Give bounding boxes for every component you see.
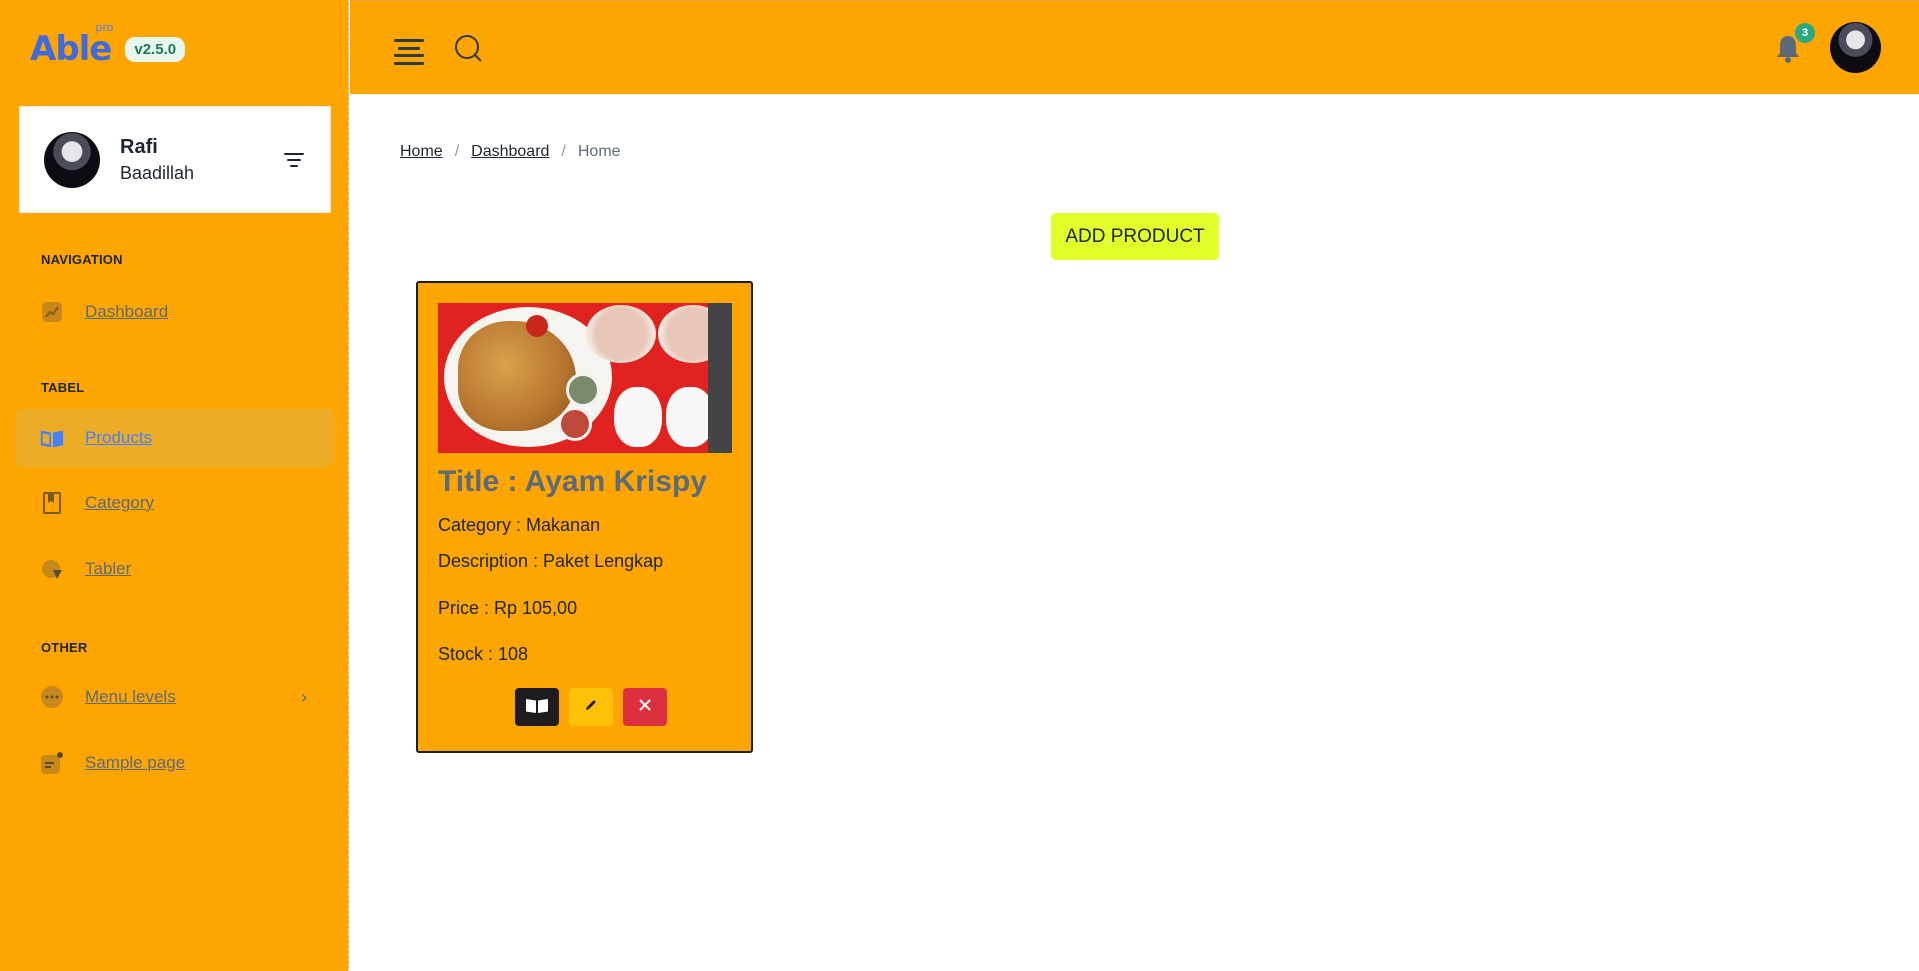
nav-caption-other: OTHER (41, 640, 88, 655)
sidebar-item-label: Dashboard (85, 302, 169, 321)
breadcrumb-separator: / (561, 143, 566, 160)
breadcrumb-dashboard-link[interactable]: Dashboard (471, 143, 549, 161)
product-card: Title : Ayam Krispy Category : Makanan D… (416, 281, 753, 753)
menu-toggle-icon[interactable] (394, 39, 424, 65)
sidebar: Able pro v2.5.0 Rafi Baadillah NAVIGATIO… (0, 0, 349, 971)
sidebar-item-tabler[interactable]: Tabler (15, 540, 335, 598)
product-category: Category : Makanan (438, 515, 601, 535)
sidebar-item-dashboard[interactable]: Dashboard (15, 283, 335, 341)
breadcrumb-home-link[interactable]: Home (400, 143, 443, 161)
book-open-icon (525, 696, 549, 719)
chevron-right-icon: › (301, 686, 307, 707)
product-stock: Stock : 108 (438, 644, 529, 664)
breadcrumb: Home / Dashboard / Home (400, 143, 621, 161)
product-description: Description : Paket Lengkap (438, 551, 664, 571)
product-image (438, 303, 732, 453)
notification-badge: 3 (1795, 23, 1815, 43)
top-header: 3 (350, 0, 1919, 94)
delete-product-button[interactable] (623, 688, 667, 726)
filter-icon[interactable] (282, 150, 306, 170)
version-badge: v2.5.0 (125, 36, 186, 62)
sidebar-item-label: Products (85, 428, 153, 447)
view-product-button[interactable] (515, 688, 559, 726)
add-product-button[interactable]: ADD PRODUCT (1051, 213, 1219, 260)
brand-tag: pro (95, 21, 114, 34)
user-avatar (44, 131, 100, 188)
search-icon[interactable] (454, 34, 484, 64)
user-last-name: Baadillah (120, 162, 195, 183)
book-icon (39, 490, 65, 516)
nav-caption-navigation: NAVIGATION (41, 252, 123, 267)
close-icon (638, 698, 652, 717)
dots-circle-icon (39, 684, 65, 710)
pie-chart-icon (39, 556, 65, 582)
breadcrumb-separator: / (454, 143, 460, 160)
brand-name: Able (30, 29, 112, 69)
breadcrumb-current: Home (577, 143, 621, 160)
nav-caption-tabel: TABEL (41, 380, 85, 395)
user-info: Rafi Baadillah (120, 136, 194, 184)
product-price: Price : Rp 105,00 (438, 598, 578, 618)
sidebar-item-label: Sample page (85, 753, 186, 772)
user-first-name: Rafi (120, 135, 158, 158)
chart-icon (39, 299, 65, 325)
edit-product-button[interactable] (569, 688, 613, 726)
product-title: Title : Ayam Krispy (438, 465, 707, 498)
brand[interactable]: Able pro v2.5.0 (30, 21, 186, 72)
user-card: Rafi Baadillah (19, 106, 331, 213)
product-actions (515, 688, 667, 726)
pencil-icon (584, 698, 598, 717)
sidebar-item-category[interactable]: Category (15, 474, 335, 532)
sidebar-item-label: Menu levels (85, 687, 176, 706)
book-open-icon (39, 425, 65, 451)
sidebar-item-label: Category (85, 493, 154, 512)
brand-logo: Able pro (30, 21, 113, 69)
sidebar-item-sample-page[interactable]: Sample page (15, 734, 335, 792)
sidebar-item-products[interactable]: Products (15, 409, 335, 467)
document-icon (39, 750, 65, 776)
sidebar-item-label: Tabler (85, 559, 132, 578)
sidebar-item-menu-levels[interactable]: Menu levels › (15, 668, 335, 726)
header-avatar[interactable] (1830, 22, 1881, 73)
